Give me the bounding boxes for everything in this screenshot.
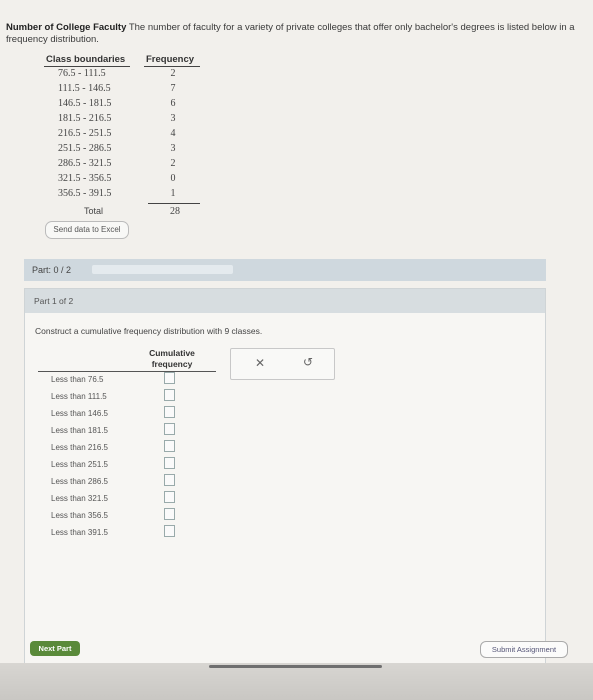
column-header-boundaries: Class boundaries — [46, 54, 126, 65]
total-label: Total — [84, 206, 104, 216]
frequency-value: 3 — [170, 113, 176, 124]
cumulative-frequency-header: Cumulative frequency — [145, 348, 199, 370]
cumulative-row-label: Less than 321.5 — [51, 494, 108, 503]
cumulative-row: Less than 181.5 — [45, 423, 205, 440]
cumulative-frequency-input[interactable] — [164, 474, 175, 486]
cumulative-row-label: Less than 76.5 — [51, 375, 104, 384]
frequency-value: 2 — [170, 158, 176, 169]
cumulative-frequency-input[interactable] — [164, 508, 175, 520]
cumulative-row-label: Less than 181.5 — [51, 426, 108, 435]
cumulative-row: Less than 111.5 — [45, 389, 205, 406]
cumulative-frequency-input[interactable] — [164, 491, 175, 503]
table-row: 76.5 - 111.5 2 — [44, 68, 204, 82]
answer-tools: ✕ ↺ — [230, 348, 335, 380]
screen-bezel — [0, 663, 593, 700]
cumulative-row-label: Less than 251.5 — [51, 460, 108, 469]
part-header-label: Part 1 of 2 — [34, 296, 74, 306]
table-row: 146.5 - 181.5 6 — [44, 98, 204, 112]
class-boundaries: 286.5 - 321.5 — [58, 158, 112, 169]
class-boundaries: 181.5 - 216.5 — [58, 113, 112, 124]
class-boundaries: 216.5 - 251.5 — [58, 128, 112, 139]
cumulative-frequency-input[interactable] — [164, 525, 175, 537]
part-header: Part 1 of 2 — [25, 289, 545, 313]
cumulative-row-label: Less than 286.5 — [51, 477, 108, 486]
table-row: 216.5 - 251.5 4 — [44, 128, 204, 142]
part-progress-bar: Part: 0 / 2 — [24, 259, 546, 281]
total-value: 28 — [170, 206, 180, 217]
cumulative-row: Less than 356.5 — [45, 508, 205, 525]
cumulative-frequency-input[interactable] — [164, 406, 175, 418]
header-underline — [144, 66, 200, 67]
close-icon[interactable]: ✕ — [255, 356, 265, 370]
cumulative-frequency-input[interactable] — [164, 423, 175, 435]
cum-header-line1: Cumulative — [149, 348, 195, 358]
cumulative-row: Less than 391.5 — [45, 525, 205, 542]
cumulative-row: Less than 76.5 — [45, 372, 205, 389]
cumulative-row-label: Less than 146.5 — [51, 409, 108, 418]
class-boundaries: 111.5 - 146.5 — [58, 83, 111, 94]
class-boundaries: 356.5 - 391.5 — [58, 188, 112, 199]
table-row: 356.5 - 391.5 1 — [44, 188, 204, 202]
part-progress-label: Part: 0 / 2 — [32, 265, 72, 275]
undo-icon[interactable]: ↺ — [303, 355, 313, 369]
cumulative-row: Less than 286.5 — [45, 474, 205, 491]
cum-header-line2: frequency — [151, 359, 193, 369]
cumulative-frequency-input[interactable] — [164, 372, 175, 384]
frequency-value: 3 — [170, 143, 176, 154]
cumulative-row-label: Less than 356.5 — [51, 511, 108, 520]
cumulative-frequency-input[interactable] — [164, 389, 175, 401]
frequency-value: 6 — [170, 98, 176, 109]
column-header-frequency: Frequency — [146, 54, 195, 65]
send-to-excel-button[interactable]: Send data to Excel — [45, 221, 129, 239]
cumulative-frequency-input[interactable] — [164, 457, 175, 469]
frequency-value: 7 — [170, 83, 176, 94]
cumulative-row-label: Less than 391.5 — [51, 528, 108, 537]
problem-title: Number of College Faculty — [6, 22, 127, 33]
next-part-button[interactable]: Next Part — [30, 641, 80, 656]
table-row: 321.5 - 356.5 0 — [44, 173, 204, 187]
cumulative-row-label: Less than 216.5 — [51, 443, 108, 452]
cumulative-row: Less than 216.5 — [45, 440, 205, 457]
part-panel: Part 1 of 2 Construct a cumulative frequ… — [24, 288, 546, 672]
frequency-value: 1 — [170, 188, 176, 199]
question-prompt: Construct a cumulative frequency distrib… — [35, 326, 263, 336]
cumulative-row: Less than 251.5 — [45, 457, 205, 474]
class-boundaries: 146.5 - 181.5 — [58, 98, 112, 109]
table-row: 111.5 - 146.5 7 — [44, 83, 204, 97]
class-boundaries: 76.5 - 111.5 — [58, 68, 106, 79]
cumulative-row: Less than 321.5 — [45, 491, 205, 508]
class-boundaries: 251.5 - 286.5 — [58, 143, 112, 154]
table-row: 251.5 - 286.5 3 — [44, 143, 204, 157]
problem-statement: Number of College Faculty The number of … — [6, 22, 576, 46]
cumulative-row: Less than 146.5 — [45, 406, 205, 423]
page: Number of College Faculty The number of … — [0, 0, 593, 700]
cumulative-row-label: Less than 111.5 — [51, 392, 107, 401]
total-rule — [148, 203, 200, 204]
header-underline — [44, 66, 130, 67]
frequency-value: 4 — [170, 128, 176, 139]
cumulative-frequency-input[interactable] — [164, 440, 175, 452]
part-progress-track — [92, 265, 233, 274]
scrollbar[interactable] — [209, 665, 382, 668]
class-boundaries: 321.5 - 356.5 — [58, 173, 112, 184]
submit-assignment-button[interactable]: Submit Assignment — [480, 641, 568, 658]
table-row: 286.5 - 321.5 2 — [44, 158, 204, 172]
table-row: 181.5 - 216.5 3 — [44, 113, 204, 127]
frequency-value: 0 — [170, 173, 176, 184]
frequency-value: 2 — [170, 68, 176, 79]
